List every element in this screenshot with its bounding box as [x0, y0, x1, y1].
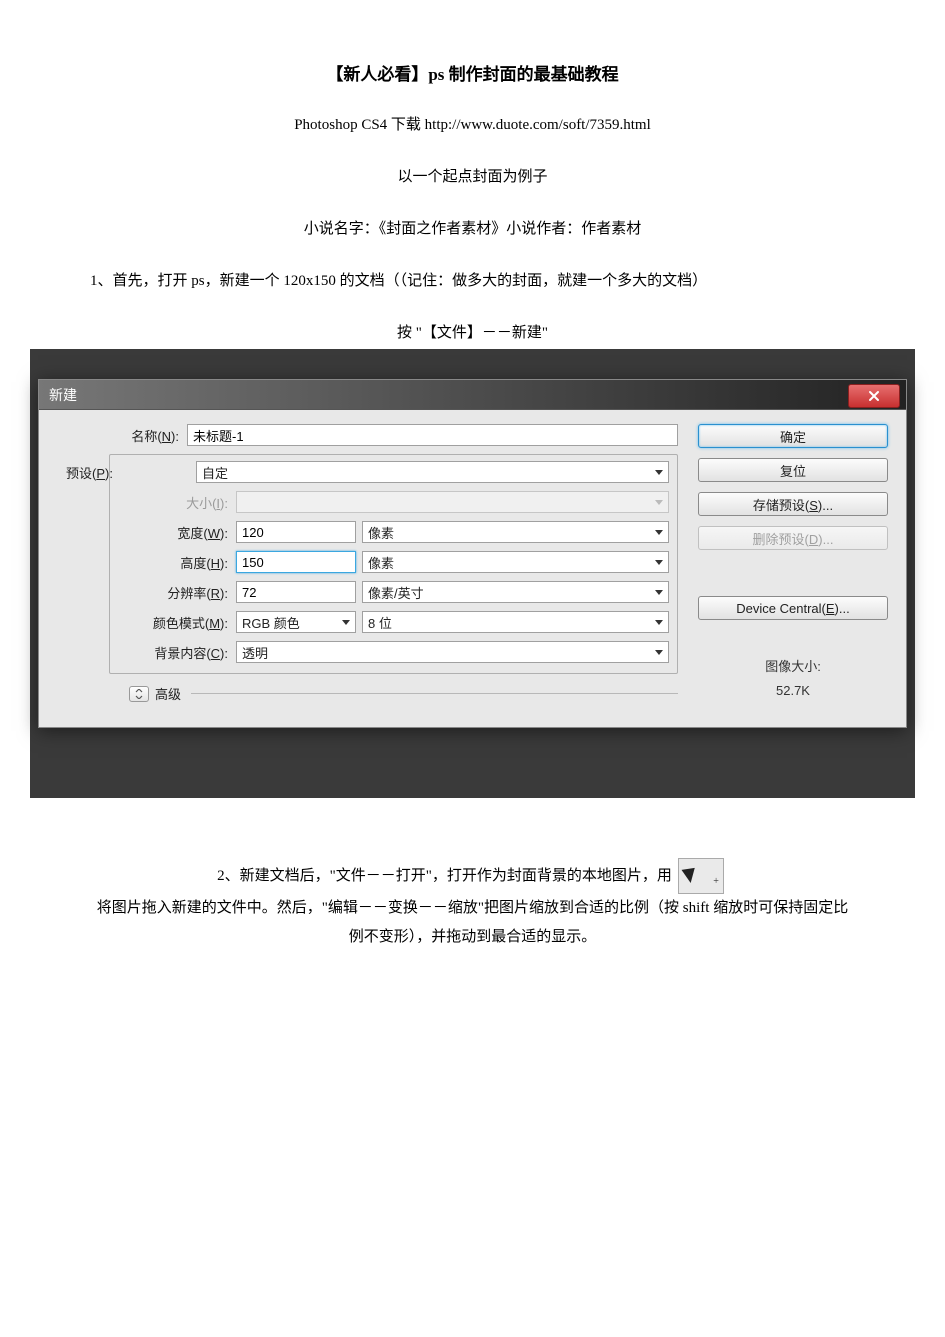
label-resolution: 分辨率(R): [118, 583, 236, 602]
label-background: 背景内容(C): [118, 643, 236, 662]
chevron-down-icon [655, 620, 663, 625]
save-preset-button[interactable]: 存储预设(S)... [698, 492, 888, 516]
novel-line: 小说名字：《封面之作者素材》小说作者：作者素材 [90, 217, 855, 241]
ok-button[interactable]: 确定 [698, 424, 888, 448]
dialog-title: 新建 [49, 385, 77, 405]
label-size: 大小(I): [118, 493, 236, 512]
label-height: 高度(H): [118, 553, 236, 572]
color-depth-combo[interactable]: 8 位 [362, 611, 669, 633]
resolution-unit-combo[interactable]: 像素/英寸 [362, 581, 669, 603]
size-combo [236, 491, 669, 513]
background-combo[interactable]: 透明 [236, 641, 669, 663]
divider [191, 693, 678, 694]
label-preset: 预设(P): [66, 463, 196, 482]
image-size-label: 图像大小: [698, 656, 888, 675]
page-title: 【新人必看】ps 制作封面的最基础教程 [90, 60, 855, 85]
chevron-down-icon [655, 470, 663, 475]
image-size-value: 52.7K [698, 683, 888, 698]
name-input[interactable] [187, 424, 678, 446]
label-name: 名称(N): [57, 426, 187, 445]
device-central-button[interactable]: Device Central(E)... [698, 596, 888, 620]
height-unit-combo[interactable]: 像素 [362, 551, 669, 573]
chevron-down-icon [655, 530, 663, 535]
dialog-titlebar: 新建 [39, 380, 906, 410]
close-icon[interactable] [848, 384, 900, 408]
example-note: 以一个起点封面为例子 [90, 165, 855, 189]
label-color-mode: 颜色模式(M): [118, 613, 236, 632]
chevron-down-icon [655, 560, 663, 565]
dialog-screenshot: 新建 名称(N): 预设(P): 自定 [30, 349, 915, 798]
width-input[interactable] [236, 521, 356, 543]
color-mode-combo[interactable]: RGB 颜色 [236, 611, 356, 633]
chevron-down-icon [655, 500, 663, 505]
download-line: Photoshop CS4 下载 http://www.duote.com/so… [90, 113, 855, 137]
delete-preset-button: 删除预设(D)... [698, 526, 888, 550]
step-1-text: 1、首先，打开 ps，新建一个 120x150 的文档（（记住：做多大的封面，就… [90, 269, 855, 293]
step-2-text: 2、新建文档后，"文件－－打开"，打开作为封面背景的本地图片，用 将图片拖入新建… [90, 858, 855, 951]
resolution-input[interactable] [236, 581, 356, 603]
reset-button[interactable]: 复位 [698, 458, 888, 482]
download-label: Photoshop CS4 下载 [294, 117, 421, 133]
width-unit-combo[interactable]: 像素 [362, 521, 669, 543]
advanced-toggle[interactable] [129, 686, 149, 702]
chevron-down-icon [655, 590, 663, 595]
height-input[interactable] [236, 551, 356, 573]
chevron-down-icon [342, 620, 350, 625]
label-width: 宽度(W): [118, 523, 236, 542]
move-tool-icon [678, 858, 724, 894]
download-link[interactable]: http://www.duote.com/soft/7359.html [425, 117, 651, 133]
preset-combo[interactable]: 自定 [196, 461, 669, 483]
step-1-action: 按 "【文件】－－新建" [90, 321, 855, 345]
new-dialog-window: 新建 名称(N): 预设(P): 自定 [38, 379, 907, 728]
chevron-down-icon [655, 650, 663, 655]
label-advanced: 高级 [155, 684, 181, 703]
